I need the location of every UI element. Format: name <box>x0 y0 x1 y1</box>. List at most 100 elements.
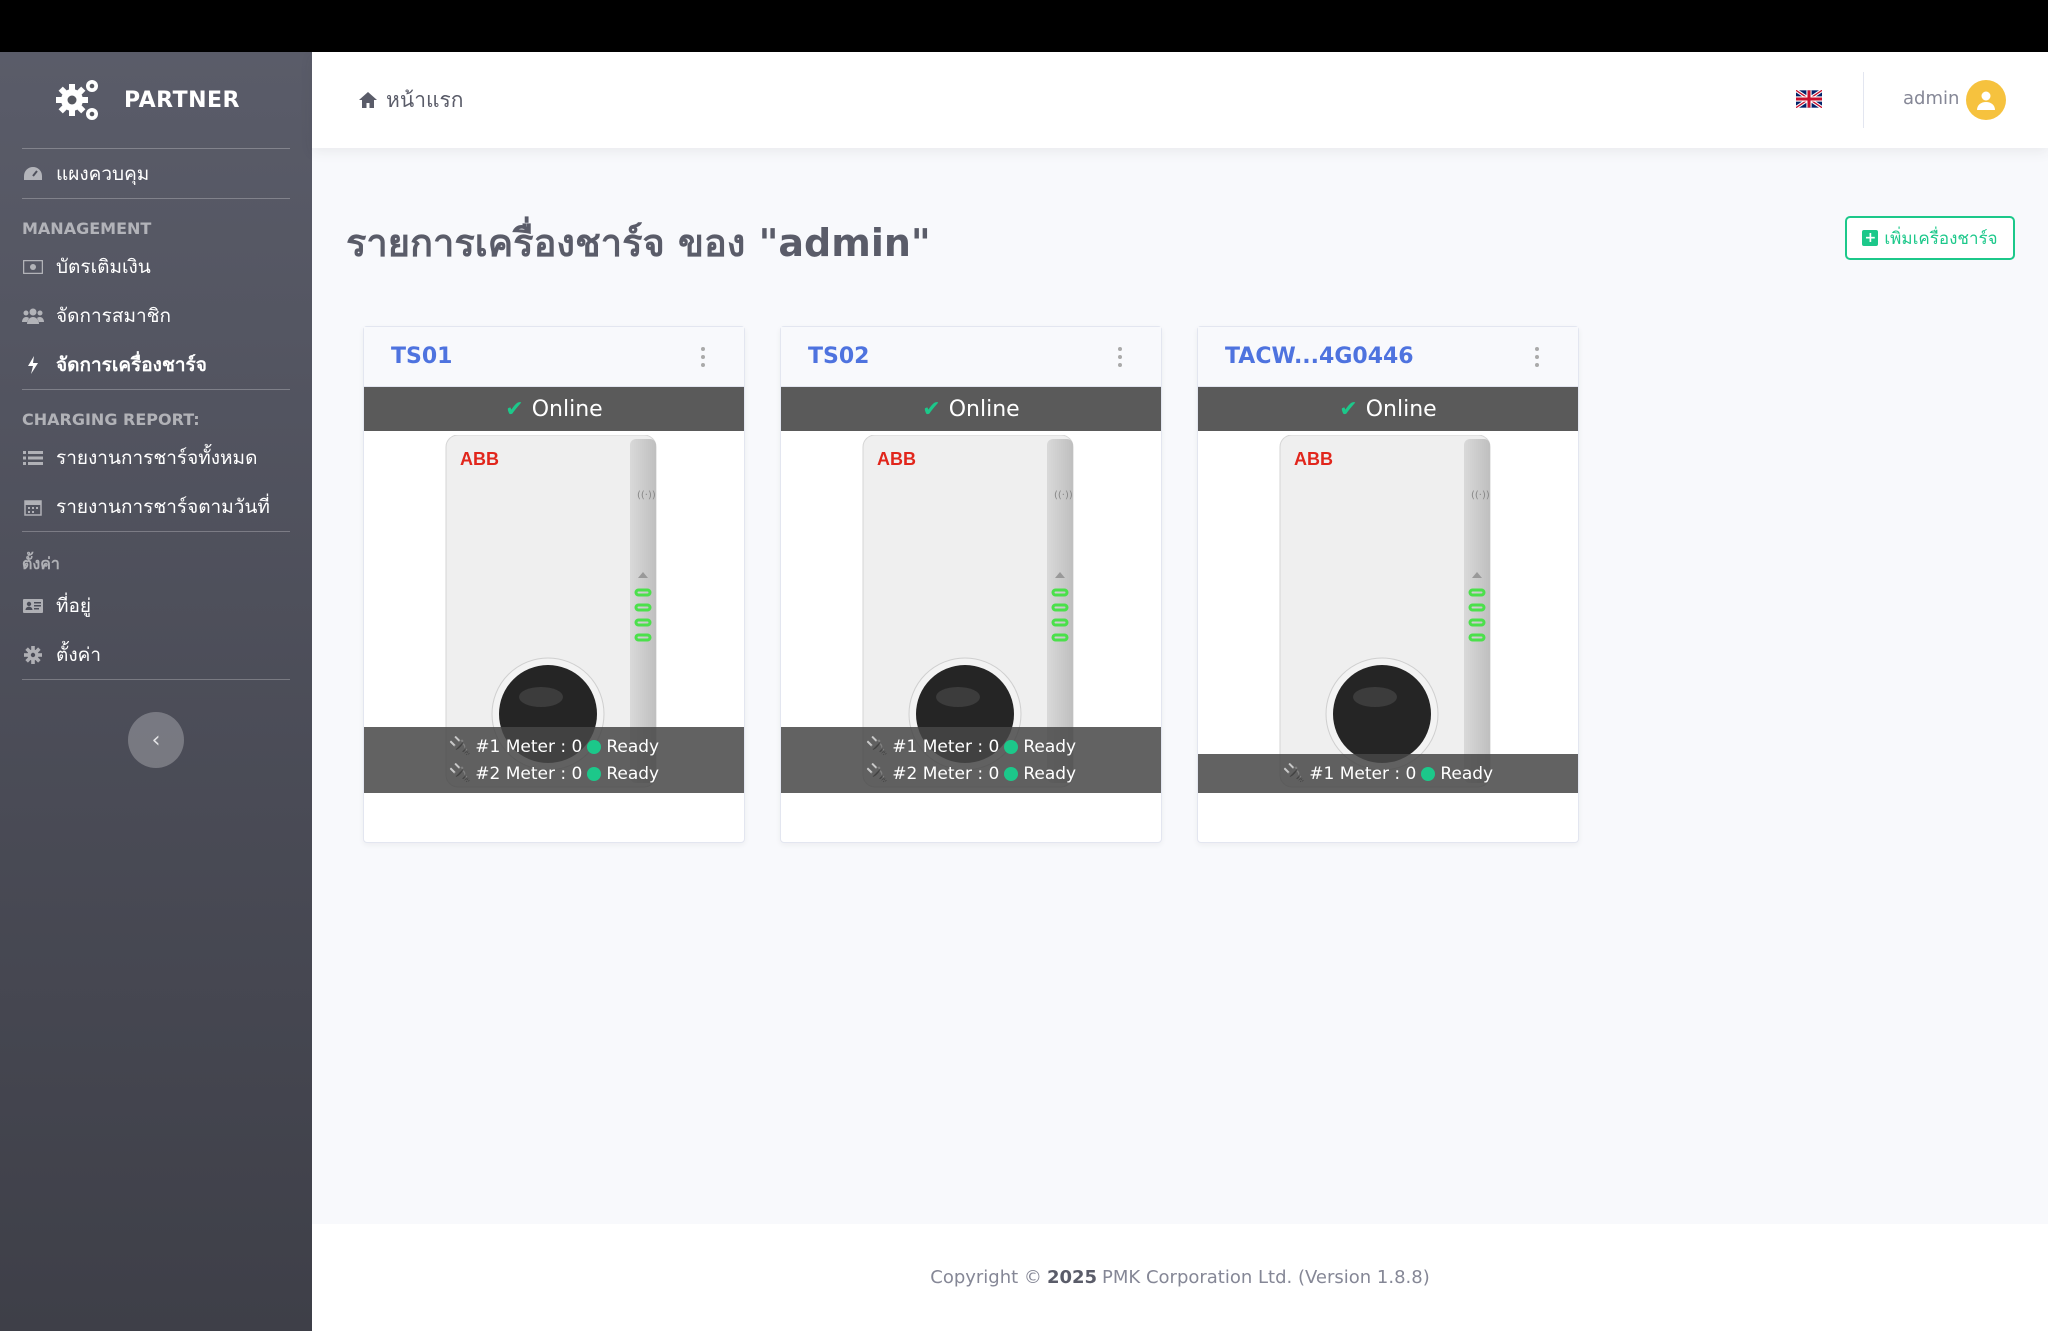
add-charger-button[interactable]: + เพิ่มเครื่องชาร์จ <box>1845 216 2015 260</box>
meter-list: 🔌 #1 Meter : 0 Ready 🔌 #2 Meter : 0 Read… <box>364 727 744 793</box>
copyright-company: PMK Corporation Ltd. (Version 1.8.8) <box>1102 1267 1430 1288</box>
sidebar-item-label: ที่อยู่ <box>56 594 92 617</box>
home-icon <box>359 92 377 108</box>
more-options-icon[interactable] <box>1117 347 1123 367</box>
sidebar-item-label: บัตรเติมเงิน <box>56 255 151 278</box>
sidebar-item-address[interactable]: ที่อยู่ <box>0 581 312 630</box>
plug-icon: 🔌 <box>448 763 472 784</box>
charger-brand-logo: ABB <box>1294 449 1333 469</box>
sidebar-item-label: รายงานการชาร์จทั้งหมด <box>56 446 258 469</box>
status-text: Online <box>948 396 1020 422</box>
charger-name[interactable]: TACW...4G0446 <box>1225 344 1414 369</box>
sidebar-item-reports-by-date[interactable]: รายงานการชาร์จตามวันที่ <box>0 482 312 531</box>
meter-state: Ready <box>606 736 660 757</box>
brand[interactable]: PARTNER <box>0 52 312 148</box>
charger-name[interactable]: TS01 <box>391 344 452 369</box>
sidebar-item-chargers[interactable]: จัดการเครื่องชาร์จ <box>0 340 312 389</box>
meter-row[interactable]: 🔌 #1 Meter : 0 Ready <box>364 733 744 760</box>
svg-text:((·)): ((·)) <box>637 490 656 501</box>
card-header: TS02 <box>781 327 1161 387</box>
meter-label: #2 Meter : 0 <box>475 763 583 784</box>
sidebar-item-label: รายงานการชาร์จตามวันที่ <box>56 495 270 518</box>
uk-flag-icon[interactable] <box>1796 90 1822 108</box>
meter-label: #1 Meter : 0 <box>1309 763 1417 784</box>
charger-name[interactable]: TS02 <box>808 344 869 369</box>
user-icon <box>1977 91 1995 110</box>
plug-icon: 🔌 <box>865 763 889 784</box>
section-heading-settings: ตั้งค่า <box>22 554 60 573</box>
breadcrumb-home: หน้าแรก <box>386 87 464 112</box>
status-dot-icon <box>587 739 602 754</box>
more-options-icon[interactable] <box>700 347 706 367</box>
list-icon <box>22 447 44 469</box>
section-heading-management: MANAGEMENT <box>22 219 152 238</box>
charger-card[interactable]: TS02 ✔ Online ABB ((·)) 🔌 #1 Meter: 0 R… <box>780 326 1162 843</box>
charger-image: ABB ((·)) 🔌 #1 Meter : 0 Ready <box>781 431 1161 817</box>
footer: Copyright © 2025 PMK Corporation Ltd. (V… <box>312 1224 2048 1331</box>
plug-icon: 🔌 <box>448 736 472 757</box>
plug-icon: 🔌 <box>865 736 889 757</box>
meter-row[interactable]: 🔌 #1 Meter : 0 Ready <box>1198 760 1578 787</box>
status-bar: ✔ Online <box>364 387 744 431</box>
breadcrumb[interactable]: หน้าแรก <box>358 84 464 117</box>
sidebar-item-label: แผงควบคุม <box>56 162 150 185</box>
add-charger-label: เพิ่มเครื่องชาร์จ <box>1884 228 1998 249</box>
window-top-bar <box>0 0 2048 52</box>
cog-icon <box>22 644 44 666</box>
sidebar-item-members[interactable]: จัดการสมาชิก <box>0 291 312 340</box>
topbar-divider <box>1863 72 1864 128</box>
sidebar-item-all-reports[interactable]: รายงานการชาร์จทั้งหมด <box>0 433 312 482</box>
page-title: รายการเครื่องชาร์จ ของ "admin" <box>346 212 931 273</box>
status-dot-icon <box>1004 766 1019 781</box>
charger-brand-logo: ABB <box>877 449 916 469</box>
topbar: หน้าแรก admin <box>312 52 2048 148</box>
main-content: หน้าแรก admin รายการเครื่องชาร์จ ของ "ad… <box>312 52 2048 1331</box>
charger-card[interactable]: TACW...4G0446 ✔ Online ABB ((·)) 🔌 #1 Me… <box>1197 326 1579 843</box>
meter-label: #1 Meter : 0 <box>892 736 1000 757</box>
status-dot-icon <box>1421 766 1436 781</box>
user-name[interactable]: admin <box>1903 88 1959 109</box>
section-heading-charging-report: CHARGING REPORT: <box>22 410 200 429</box>
sidebar-divider <box>22 679 290 680</box>
meter-state: Ready <box>1023 763 1077 784</box>
user-avatar[interactable] <box>1966 80 2006 120</box>
status-dot-icon <box>1004 739 1019 754</box>
more-options-icon[interactable] <box>1534 347 1540 367</box>
sidebar-item-topup-card[interactable]: บัตรเติมเงิน <box>0 242 312 291</box>
meter-state: Ready <box>1440 763 1494 784</box>
card-header: TACW...4G0446 <box>1198 327 1578 387</box>
sidebar-item-dashboard[interactable]: แผงควบคุม <box>0 149 312 198</box>
meter-row[interactable]: 🔌 #1 Meter : 0 Ready <box>781 733 1161 760</box>
plus-square-icon: + <box>1862 230 1879 246</box>
page-title-text: รายการเครื่องชาร์จ ของ <box>346 221 759 265</box>
sidebar-item-label: ตั้งค่า <box>56 643 101 666</box>
sidebar-toggle-button[interactable]: ‹ <box>128 712 184 768</box>
meter-label: #1 Meter : 0 <box>475 736 583 757</box>
meter-state: Ready <box>606 763 660 784</box>
plug-icon: 🔌 <box>1282 763 1306 784</box>
brand-name: PARTNER <box>124 87 240 113</box>
sidebar-item-settings[interactable]: ตั้งค่า <box>0 630 312 679</box>
copyright-prefix: Copyright © <box>930 1267 1042 1288</box>
meter-row[interactable]: 🔌 #2 Meter : 0 Ready <box>364 760 744 787</box>
status-bar: ✔ Online <box>781 387 1161 431</box>
check-icon: ✔ <box>505 396 524 422</box>
calendar-icon <box>22 496 44 518</box>
bolt-icon <box>22 354 44 376</box>
meter-state: Ready <box>1023 736 1077 757</box>
status-text: Online <box>1365 396 1437 422</box>
gears-icon <box>56 80 98 120</box>
charger-brand-logo: ABB <box>460 449 499 469</box>
address-card-icon <box>22 595 44 617</box>
meter-list: 🔌 #1 Meter : 0 Ready 🔌 #2 Meter : 0 Read… <box>781 727 1161 793</box>
chevron-left-icon: ‹ <box>151 727 161 753</box>
status-text: Online <box>531 396 603 422</box>
card-header: TS01 <box>364 327 744 387</box>
sidebar: PARTNER แผงควบคุม MANAGEMENT บัตรเติมเงิ… <box>0 52 312 1331</box>
charger-card[interactable]: TS01 ✔ Online ABB ((·)) 🔌 #1 Meter: 0 R… <box>363 326 745 843</box>
check-icon: ✔ <box>1339 396 1358 422</box>
dashboard-icon <box>22 163 44 185</box>
meter-row[interactable]: 🔌 #2 Meter : 0 Ready <box>781 760 1161 787</box>
page-title-user: "admin" <box>758 221 931 265</box>
status-dot-icon <box>587 766 602 781</box>
